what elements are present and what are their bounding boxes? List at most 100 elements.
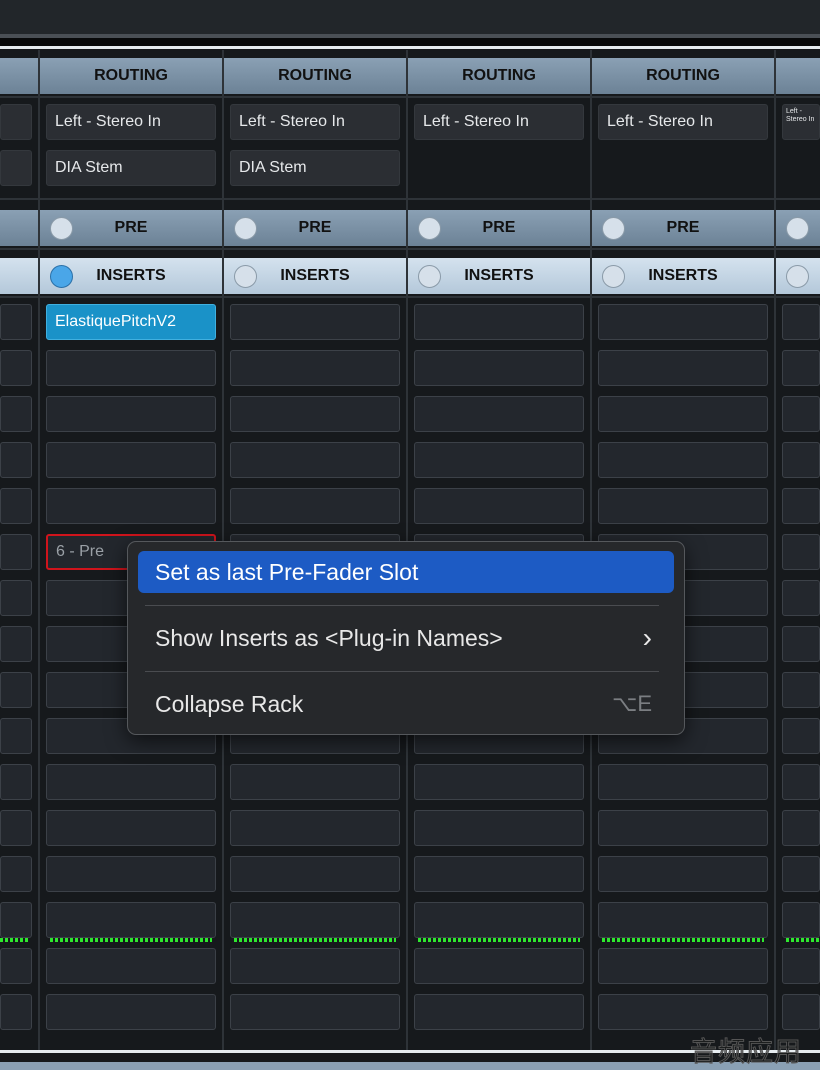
routing-header[interactable]: ROUTING	[40, 58, 222, 94]
insert-slot[interactable]	[46, 810, 216, 846]
insert-slot[interactable]	[46, 350, 216, 386]
menu-item-show-inserts-as[interactable]: Show Inserts as <Plug-in Names> ›	[138, 617, 674, 659]
insert-slot[interactable]	[598, 764, 768, 800]
insert-slot[interactable]	[230, 856, 400, 892]
pre-header[interactable]	[0, 210, 38, 246]
insert-slot[interactable]	[414, 902, 584, 938]
insert-slot[interactable]	[46, 856, 216, 892]
routing-header[interactable]	[776, 58, 820, 94]
inserts-bypass-button[interactable]	[50, 265, 73, 288]
insert-slot[interactable]	[0, 902, 32, 938]
insert-slot[interactable]	[0, 396, 32, 432]
insert-slot[interactable]	[230, 994, 400, 1030]
pre-bypass-button[interactable]	[418, 217, 441, 240]
insert-slot[interactable]	[598, 350, 768, 386]
insert-slot[interactable]	[782, 396, 820, 432]
insert-slot[interactable]	[0, 810, 32, 846]
input-routing-slot[interactable]: Left - Stereo In	[46, 104, 216, 140]
insert-slot[interactable]	[598, 304, 768, 340]
insert-slot[interactable]	[782, 442, 820, 478]
insert-slot[interactable]	[414, 810, 584, 846]
pre-bypass-button[interactable]	[50, 217, 73, 240]
input-routing-slot[interactable]: Left - Stereo In	[414, 104, 584, 140]
insert-slot[interactable]	[414, 948, 584, 984]
inserts-header[interactable]	[0, 258, 38, 294]
insert-slot[interactable]	[0, 304, 32, 340]
insert-slot[interactable]	[414, 764, 584, 800]
insert-slot[interactable]	[0, 350, 32, 386]
insert-slot[interactable]	[0, 764, 32, 800]
routing-header[interactable]: ROUTING	[224, 58, 406, 94]
insert-slot[interactable]	[598, 994, 768, 1030]
insert-slot[interactable]	[46, 396, 216, 432]
insert-slot[interactable]	[230, 442, 400, 478]
insert-slot[interactable]	[0, 948, 32, 984]
insert-slot[interactable]	[230, 948, 400, 984]
insert-slot[interactable]	[230, 810, 400, 846]
routing-header[interactable]	[0, 58, 38, 94]
insert-slot[interactable]	[782, 580, 820, 616]
insert-slot[interactable]	[782, 948, 820, 984]
insert-slot[interactable]	[598, 442, 768, 478]
insert-slot[interactable]	[782, 534, 820, 570]
input-routing-slot[interactable]: Left - Stereo In	[598, 104, 768, 140]
input-routing-slot[interactable]	[0, 104, 32, 140]
insert-slot[interactable]	[46, 764, 216, 800]
inserts-bypass-button[interactable]	[786, 265, 809, 288]
insert-slot[interactable]	[230, 488, 400, 524]
insert-slot[interactable]	[0, 580, 32, 616]
insert-slot[interactable]	[414, 304, 584, 340]
insert-slot[interactable]	[598, 488, 768, 524]
insert-slot[interactable]	[0, 442, 32, 478]
insert-slot[interactable]	[414, 488, 584, 524]
insert-slot[interactable]	[0, 856, 32, 892]
output-routing-slot[interactable]	[0, 150, 32, 186]
routing-header[interactable]: ROUTING	[592, 58, 774, 94]
insert-slot[interactable]	[782, 626, 820, 662]
insert-slot[interactable]	[598, 810, 768, 846]
insert-slot[interactable]	[0, 626, 32, 662]
menu-item-set-last-pre-fader-slot[interactable]: Set as last Pre-Fader Slot	[138, 551, 674, 593]
routing-header[interactable]: ROUTING	[408, 58, 590, 94]
pre-bypass-button[interactable]	[234, 217, 257, 240]
insert-slot[interactable]	[230, 304, 400, 340]
insert-slot[interactable]	[782, 672, 820, 708]
insert-slot[interactable]	[782, 304, 820, 340]
insert-slot[interactable]	[230, 396, 400, 432]
pre-bypass-button[interactable]	[786, 217, 809, 240]
insert-slot[interactable]	[46, 442, 216, 478]
insert-slot[interactable]	[414, 350, 584, 386]
insert-slot[interactable]	[782, 764, 820, 800]
insert-slot[interactable]	[230, 764, 400, 800]
output-routing-slot[interactable]: DIA Stem	[230, 150, 400, 186]
menu-item-collapse-rack[interactable]: Collapse Rack ⌥E	[138, 683, 674, 725]
insert-slot[interactable]	[230, 350, 400, 386]
inserts-bypass-button[interactable]	[418, 265, 441, 288]
insert-slot[interactable]	[230, 902, 400, 938]
pre-bypass-button[interactable]	[602, 217, 625, 240]
insert-slot[interactable]	[414, 396, 584, 432]
insert-slot[interactable]	[782, 350, 820, 386]
insert-slot[interactable]	[782, 488, 820, 524]
insert-slot[interactable]	[782, 994, 820, 1030]
insert-slot[interactable]: ElastiquePitchV2	[46, 304, 216, 340]
insert-slot[interactable]	[598, 396, 768, 432]
insert-slot[interactable]	[414, 442, 584, 478]
input-routing-slot[interactable]: Left - Stereo In	[782, 104, 820, 140]
inserts-bypass-button[interactable]	[602, 265, 625, 288]
insert-slot[interactable]	[782, 810, 820, 846]
insert-slot[interactable]	[598, 902, 768, 938]
insert-slot[interactable]	[0, 672, 32, 708]
insert-slot[interactable]	[46, 488, 216, 524]
insert-slot[interactable]	[0, 488, 32, 524]
insert-slot[interactable]	[782, 856, 820, 892]
insert-slot[interactable]	[0, 534, 32, 570]
insert-slot[interactable]	[782, 902, 820, 938]
insert-slot[interactable]	[598, 856, 768, 892]
insert-slot[interactable]	[414, 994, 584, 1030]
input-routing-slot[interactable]: Left - Stereo In	[230, 104, 400, 140]
insert-slot[interactable]	[782, 718, 820, 754]
insert-slot[interactable]	[0, 718, 32, 754]
insert-slot[interactable]	[0, 994, 32, 1030]
insert-slot[interactable]	[46, 902, 216, 938]
